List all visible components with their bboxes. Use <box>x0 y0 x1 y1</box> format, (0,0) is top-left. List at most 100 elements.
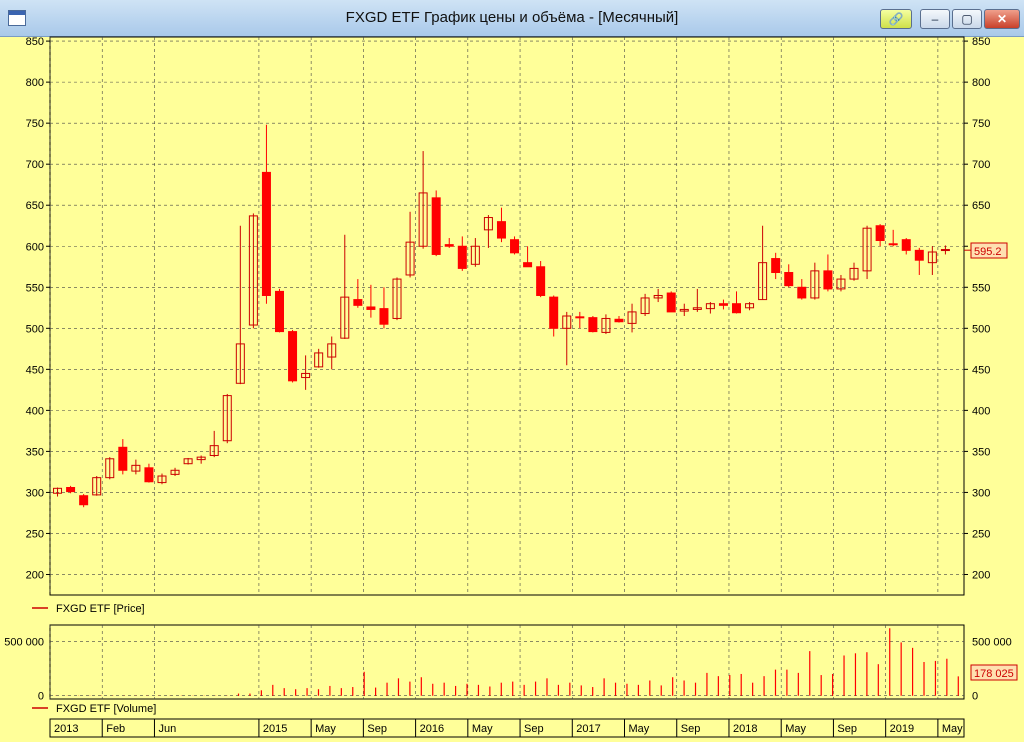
price-tick-label-right: 500 <box>972 323 990 335</box>
window-title: FXGD ETF График цены и объёма - [Месячны… <box>345 9 679 26</box>
candle-body <box>666 292 676 313</box>
candle-body <box>366 306 376 310</box>
x-tick-label: 2017 <box>576 723 600 735</box>
volume-grid <box>49 625 964 699</box>
volume-legend-label: FXGD ETF [Volume] <box>56 703 156 715</box>
price-tick-label-right: 750 <box>972 118 990 130</box>
candle-body <box>275 290 284 333</box>
price-tick-label-left: 600 <box>26 241 44 253</box>
price-tick-label-left: 200 <box>26 569 44 581</box>
chart-window: FXGD ETF График цены и объёма - [Месячны… <box>0 0 1024 742</box>
x-axis-frame <box>49 718 965 738</box>
candle-body <box>431 197 441 255</box>
x-tick-label: 2016 <box>420 723 444 735</box>
candle-body <box>379 308 389 325</box>
price-tick-label-left: 250 <box>26 528 44 540</box>
candle-body <box>771 258 781 274</box>
minimize-button[interactable]: – <box>920 9 950 29</box>
x-tick-label: 2018 <box>733 723 757 735</box>
x-tick-label: 2013 <box>54 723 78 735</box>
price-tick-label-left: 850 <box>26 36 44 48</box>
price-tick-label-left: 400 <box>26 405 44 417</box>
candle-body <box>523 262 533 268</box>
price-tick-label-right: 700 <box>972 159 990 171</box>
candle-body <box>261 171 271 296</box>
candle-body <box>457 245 467 269</box>
volume-tick-label-left: 500 000 <box>4 636 44 648</box>
volume-tick-label-left: 0 <box>38 691 44 703</box>
candle-body <box>875 225 885 242</box>
price-last-value: 595.2 <box>970 242 1008 259</box>
candle-body <box>732 303 741 314</box>
price-tick-label-right: 250 <box>972 528 990 540</box>
candle-body <box>79 495 89 506</box>
price-tick-label-left: 750 <box>26 118 44 130</box>
x-tick-label: May <box>785 723 806 735</box>
candle-body <box>797 286 807 299</box>
candle-body <box>536 266 546 296</box>
price-tick-label-right: 300 <box>972 487 990 499</box>
price-tick-label-left: 300 <box>26 487 44 499</box>
candle-body <box>575 316 585 319</box>
candle-body <box>549 296 559 329</box>
x-tick-label: 2015 <box>263 723 287 735</box>
candle-body <box>914 249 924 261</box>
price-tick-label-right: 550 <box>972 282 990 294</box>
price-tick-label-left: 650 <box>26 200 44 212</box>
price-tick-label-left: 350 <box>26 446 44 458</box>
x-tick-label: Feb <box>106 723 125 735</box>
x-tick-label: May <box>472 723 493 735</box>
candle-body <box>510 239 520 254</box>
price-tick-label-left: 550 <box>26 282 44 294</box>
volume-tick-label-right: 500 000 <box>972 636 1012 648</box>
price-tick-label-left: 800 <box>26 77 44 89</box>
price-tick-label-right: 800 <box>972 77 990 89</box>
volume-pane-frame <box>49 624 965 700</box>
price-last-value-text: 595.2 <box>974 246 1002 258</box>
volume-series <box>55 628 959 696</box>
price-pane-frame <box>49 36 965 596</box>
price-legend-label: FXGD ETF [Price] <box>56 603 145 615</box>
price-tick-label-left: 500 <box>26 323 44 335</box>
price-tick-label-left: 450 <box>26 364 44 376</box>
link-button[interactable]: 🔗 <box>880 9 912 29</box>
price-grid <box>49 37 964 595</box>
price-tick-label-right: 200 <box>972 569 990 581</box>
candle-body <box>823 270 833 290</box>
price-volume-chart[interactable]: 200 250 300 350 400 450 500 550 600 650 700 750 800 8… <box>0 36 1024 742</box>
candle-body <box>588 317 598 333</box>
x-tick-label: Jun <box>158 723 176 735</box>
candle-body <box>888 243 898 246</box>
candle-body <box>940 249 950 252</box>
x-tick-label: Sep <box>837 723 857 735</box>
x-tick-label: May <box>942 723 963 735</box>
x-tick-label: 2019 <box>890 723 914 735</box>
x-tick-label: Sep <box>367 723 387 735</box>
volume-last-value: 178 025 <box>970 664 1018 681</box>
maximize-button[interactable]: ▢ <box>952 9 982 29</box>
x-tick-label: May <box>629 723 650 735</box>
title-bar[interactable]: FXGD ETF График цены и объёма - [Месячны… <box>0 0 1024 37</box>
candle-body <box>496 221 506 239</box>
price-tick-label-right: 650 <box>972 200 990 212</box>
close-button[interactable]: ✕ <box>984 9 1020 29</box>
candle-body <box>288 331 298 382</box>
price-tick-label-right: 850 <box>972 36 990 48</box>
candle-body <box>614 318 624 323</box>
x-tick-label: Sep <box>524 723 544 735</box>
price-tick-label-right: 450 <box>972 364 990 376</box>
candle-body <box>66 487 76 493</box>
x-tick-label: Sep <box>681 723 701 735</box>
candle-body <box>784 272 794 287</box>
volume-y-axis-left: 0 500 000 <box>4 636 44 702</box>
price-tick-label-right: 400 <box>972 405 990 417</box>
candle-body <box>144 467 154 483</box>
volume-tick-label-right: 0 <box>972 691 978 703</box>
price-y-axis-right: 2002503003504004505005506006507007508008… <box>964 36 990 581</box>
candle-body <box>353 299 363 306</box>
candle-body <box>444 244 454 247</box>
price-tick-label-right: 350 <box>972 446 990 458</box>
candle-body <box>901 239 911 251</box>
price-y-axis-left: 200 250 300 350 400 450 500 550 600 650 700 750 800 8… <box>26 36 50 581</box>
candle-body <box>118 446 128 471</box>
